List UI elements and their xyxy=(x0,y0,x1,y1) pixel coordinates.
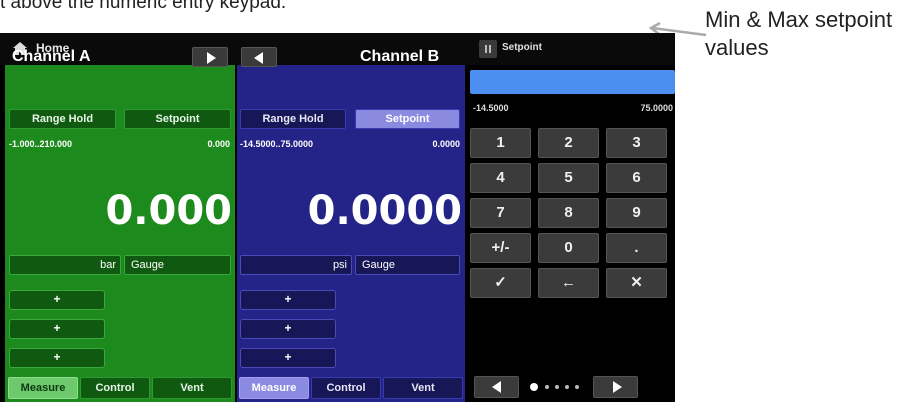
tab-measure-a[interactable]: Measure xyxy=(8,377,78,399)
title-bar: Home Setpoint xyxy=(0,33,675,65)
mode-selector-b[interactable]: Gauge xyxy=(355,255,460,275)
key-decimal[interactable]: . xyxy=(606,233,667,263)
setpoint-button-a[interactable]: Setpoint xyxy=(124,109,231,129)
chevron-left-icon xyxy=(254,52,263,64)
page-caption: t above the numeric entry keypad. xyxy=(0,0,287,13)
annotation-label: Min & Max setpoint values xyxy=(705,7,893,60)
tab-vent-b[interactable]: Vent xyxy=(383,377,463,399)
key-8[interactable]: 8 xyxy=(538,198,599,228)
setpoint-icon xyxy=(479,40,497,58)
range-hold-button-a[interactable]: Range Hold xyxy=(9,109,116,129)
page-next-button[interactable] xyxy=(593,376,638,398)
page-prev-button[interactable] xyxy=(474,376,519,398)
chevron-left-icon xyxy=(492,381,501,393)
channel-b-prev-button[interactable] xyxy=(241,47,277,67)
quick-button-b-1[interactable]: + xyxy=(240,290,336,310)
key-3[interactable]: 3 xyxy=(606,128,667,158)
chevron-right-icon xyxy=(207,52,216,64)
range-a: -1.000..210.000 xyxy=(9,139,73,149)
unit-selector-a[interactable]: bar xyxy=(9,255,121,275)
max-value: 75.0000 xyxy=(640,103,673,113)
key-1[interactable]: 1 xyxy=(470,128,531,158)
key-backspace-icon[interactable]: ← xyxy=(538,268,599,298)
mode-selector-a[interactable]: Gauge xyxy=(124,255,231,275)
mode-a: Gauge xyxy=(124,255,231,275)
tab-control-b[interactable]: Control xyxy=(311,377,381,399)
quick-button-a-3[interactable]: + xyxy=(9,348,105,368)
setpoint-entry-field[interactable] xyxy=(470,70,675,94)
key-0[interactable]: 0 xyxy=(538,233,599,263)
reading-a: 0.000 xyxy=(105,188,232,234)
key-7[interactable]: 7 xyxy=(470,198,531,228)
quick-button-a-2[interactable]: + xyxy=(9,319,105,339)
channel-a-next-button[interactable] xyxy=(192,47,228,67)
quick-button-b-3[interactable]: + xyxy=(240,348,336,368)
key-4[interactable]: 4 xyxy=(470,163,531,193)
min-value: -14.5000 xyxy=(473,103,509,113)
unit-selector-b[interactable]: psi xyxy=(240,255,352,275)
setpoint-button-b[interactable]: Setpoint xyxy=(355,109,460,129)
key-9[interactable]: 9 xyxy=(606,198,667,228)
tab-control-a[interactable]: Control xyxy=(80,377,150,399)
tab-vent-a[interactable]: Vent xyxy=(152,377,232,399)
range-hold-button-b[interactable]: Range Hold xyxy=(240,109,346,129)
setpoint-limits: -14.5000 75.0000 xyxy=(473,103,673,113)
key-enter-check-icon[interactable]: ✓ xyxy=(470,268,531,298)
quick-button-a-1[interactable]: + xyxy=(9,290,105,310)
setpoint-value-a: 0.000 xyxy=(207,139,230,149)
channel-b-title: Channel B xyxy=(360,48,440,65)
chevron-right-icon xyxy=(613,381,622,393)
key-2[interactable]: 2 xyxy=(538,128,599,158)
mode-b: Gauge xyxy=(355,255,460,275)
channel-a-title: Channel A xyxy=(12,48,91,65)
range-b: -14.5000..75.0000 xyxy=(240,139,314,149)
unit-b: psi xyxy=(332,259,347,271)
tab-measure-b[interactable]: Measure xyxy=(239,377,309,399)
key-5[interactable]: 5 xyxy=(538,163,599,193)
setpoint-title: Setpoint xyxy=(502,42,542,53)
key-cancel-icon[interactable]: ✕ xyxy=(606,268,667,298)
unit-a: bar xyxy=(100,259,116,271)
page-indicator xyxy=(530,383,579,391)
key-plus-minus[interactable]: +/- xyxy=(470,233,531,263)
setpoint-value-b: 0.0000 xyxy=(432,139,460,149)
key-6[interactable]: 6 xyxy=(606,163,667,193)
reading-b: 0.0000 xyxy=(307,188,462,234)
quick-button-b-2[interactable]: + xyxy=(240,319,336,339)
